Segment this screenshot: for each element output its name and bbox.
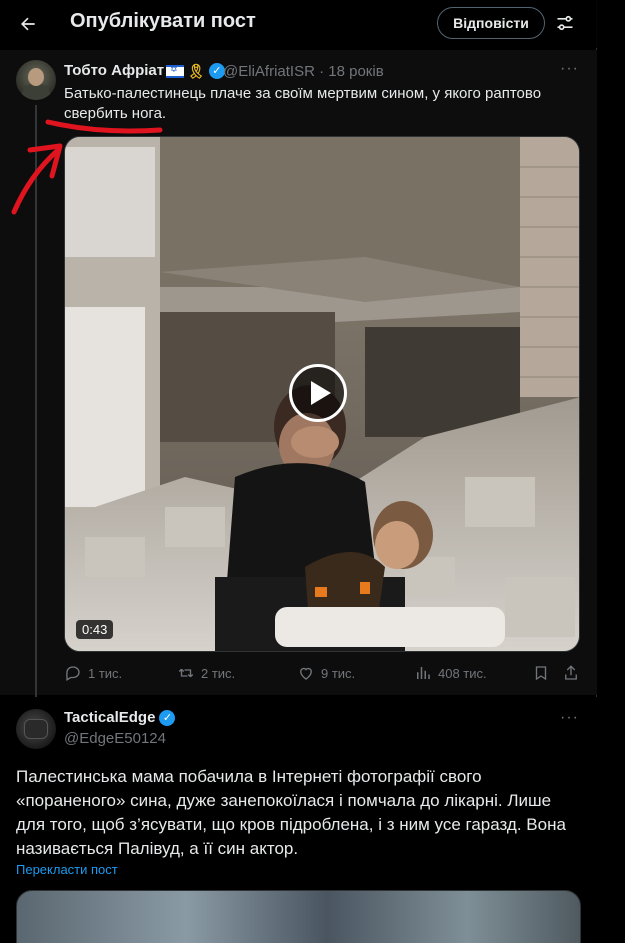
- settings-button[interactable]: [550, 8, 580, 38]
- reply-icon: [66, 666, 80, 681]
- author-handle[interactable]: @EdgeE50124: [64, 730, 166, 747]
- views-count: 408 тис.: [438, 665, 487, 681]
- page-header: Опублікувати пост Відповісти: [0, 0, 597, 48]
- reply-action[interactable]: 1 тис.: [64, 664, 122, 682]
- more-options-icon[interactable]: ···: [560, 709, 579, 727]
- original-post[interactable]: Тобто Афріат🎗✓ @EliAfriatISR · 18 років …: [0, 50, 597, 745]
- back-button[interactable]: [12, 8, 44, 40]
- post-time[interactable]: 18 років: [328, 63, 383, 80]
- author-name-row[interactable]: TacticalEdge ✓: [64, 709, 176, 727]
- page-title: Опублікувати пост: [70, 10, 256, 32]
- author-handle-row[interactable]: @EliAfriatISR · 18 років: [223, 63, 384, 80]
- author-name[interactable]: TacticalEdge: [64, 709, 155, 726]
- author-handle[interactable]: @EliAfriatISR: [223, 63, 315, 80]
- repost-action[interactable]: 2 тис.: [177, 664, 235, 682]
- bookmark-action[interactable]: [532, 664, 550, 682]
- author-name[interactable]: Тобто Афріат: [64, 62, 164, 79]
- video-player[interactable]: [64, 136, 580, 652]
- like-action[interactable]: 9 тис.: [297, 664, 355, 682]
- avatar[interactable]: [16, 709, 56, 749]
- more-options-icon[interactable]: ···: [560, 60, 579, 78]
- heart-icon: [300, 667, 312, 680]
- verified-badge-icon[interactable]: ✓: [159, 710, 176, 727]
- post-text: Палестинська мама побачила в Інтернеті ф…: [16, 767, 566, 858]
- repost-icon: [178, 668, 194, 678]
- arrow-left-icon: [21, 17, 35, 31]
- yellow-ribbon-icon: 🎗: [187, 62, 205, 79]
- bookmark-icon: [535, 666, 547, 681]
- israel-flag-icon: [166, 64, 185, 78]
- views-icon: [417, 667, 430, 679]
- share-action[interactable]: [562, 664, 580, 682]
- author-name-row[interactable]: Тобто Афріат🎗✓: [64, 62, 225, 80]
- like-count: 9 тис.: [321, 665, 356, 681]
- post-actions: 1 тис. 2 тис. 9 тис. 408 тис.: [64, 664, 580, 688]
- thread-line: [35, 105, 37, 745]
- reply-post[interactable]: TacticalEdge ✓ @EdgeE50124 ··· Палестинсь…: [0, 697, 597, 943]
- post-text: Батько-палестинець плаче за своїм мертви…: [64, 85, 542, 122]
- video-duration: 0:43: [76, 620, 114, 639]
- reply-button[interactable]: Відповісти: [437, 7, 545, 39]
- play-button[interactable]: [289, 364, 347, 422]
- views-action[interactable]: 408 тис.: [414, 664, 487, 682]
- separator-dot: ·: [314, 63, 329, 80]
- post-media[interactable]: [16, 890, 581, 943]
- avatar[interactable]: [16, 60, 56, 100]
- sliders-icon: [557, 15, 573, 31]
- translate-post-link[interactable]: Перекласти пост: [16, 862, 118, 877]
- share-icon: [565, 665, 577, 680]
- repost-count: 2 тис.: [201, 665, 236, 681]
- reply-count: 1 тис.: [88, 665, 123, 681]
